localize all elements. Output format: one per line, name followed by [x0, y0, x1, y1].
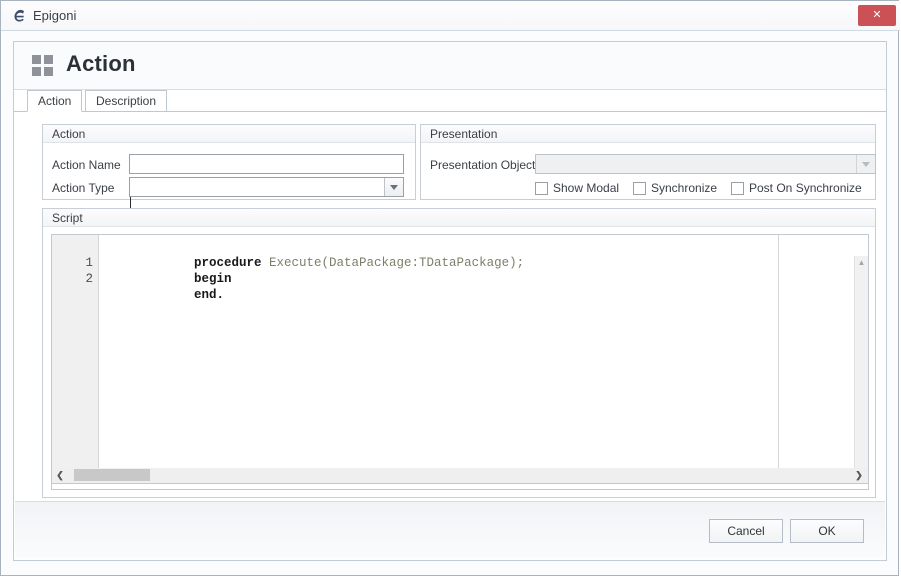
- script-editor[interactable]: 1 2 procedure Execute(DataPackage:TDataP…: [51, 234, 869, 490]
- script-group: Script 1 2 procedure Execute(DataPackage…: [42, 208, 876, 498]
- code-line: end.: [104, 271, 224, 302]
- tab-strip: Action Description: [14, 90, 886, 112]
- code-line: begin: [104, 255, 232, 286]
- presentation-object-combo[interactable]: [535, 154, 876, 174]
- dialog-header: Action: [14, 42, 886, 90]
- horizontal-scroll-thumb[interactable]: [74, 469, 150, 481]
- synchronize-label: Synchronize: [651, 181, 718, 195]
- action-group: Action Action Name Action Type: [42, 124, 416, 200]
- script-group-title: Script: [43, 209, 875, 227]
- ok-button[interactable]: OK: [790, 519, 864, 543]
- checkbox-box[interactable]: [535, 182, 548, 195]
- action-type-label: Action Type: [52, 181, 115, 195]
- presentation-object-label: Presentation Object: [430, 158, 536, 172]
- action-name-label: Action Name: [52, 158, 121, 172]
- chevron-down-icon[interactable]: [384, 178, 403, 196]
- page-title: Action: [66, 51, 136, 76]
- presentation-group: Presentation Presentation Object Show Mo…: [420, 124, 876, 200]
- tab-description[interactable]: Description: [85, 90, 168, 112]
- cancel-button[interactable]: Cancel: [709, 519, 783, 543]
- checkbox-box[interactable]: [731, 182, 744, 195]
- editor-vertical-scrollbar[interactable]: ▲: [854, 256, 868, 472]
- window-title-bar: Epigoni ✕: [1, 1, 900, 31]
- show-modal-label: Show Modal: [553, 181, 620, 195]
- scroll-left-arrow-icon[interactable]: ❮: [53, 468, 67, 482]
- grid-2x2-icon: [32, 55, 54, 77]
- dialog-footer: Cancel OK: [15, 501, 885, 559]
- editor-right-margin-divider: [778, 235, 779, 473]
- action-type-combo[interactable]: [129, 177, 404, 197]
- epigoni-logo-icon: [14, 9, 24, 22]
- action-name-input[interactable]: [129, 154, 404, 174]
- tab-action[interactable]: Action: [27, 90, 83, 112]
- line-number: 2: [85, 272, 93, 286]
- code-identifier: Execute(DataPackage:TDataPackage);: [269, 256, 525, 270]
- line-number: 1: [85, 256, 93, 270]
- checkbox-box[interactable]: [633, 182, 646, 195]
- action-dialog: Action Action Description Action Action …: [13, 41, 887, 561]
- editor-horizontal-scrollbar[interactable]: ❮ ❯: [51, 468, 869, 484]
- editor-code-area[interactable]: procedure Execute(DataPackage:TDataPacka…: [100, 235, 868, 473]
- line-number: [53, 239, 93, 255]
- scroll-up-arrow-icon[interactable]: ▲: [855, 256, 868, 270]
- close-icon[interactable]: ✕: [858, 5, 896, 26]
- chevron-down-icon[interactable]: [856, 155, 875, 173]
- window-title: Epigoni: [33, 8, 77, 23]
- presentation-group-title: Presentation: [421, 125, 875, 143]
- code-line: procedure Execute(DataPackage:TDataPacka…: [104, 239, 524, 270]
- action-group-title: Action: [43, 125, 415, 143]
- scroll-right-arrow-icon[interactable]: ❯: [852, 468, 866, 482]
- application-window: Epigoni ✕ Action Action Description Acti…: [0, 0, 900, 576]
- editor-gutter: 1 2: [52, 235, 99, 473]
- code-keyword: end.: [194, 288, 225, 302]
- post-on-synchronize-label: Post On Synchronize: [749, 181, 862, 195]
